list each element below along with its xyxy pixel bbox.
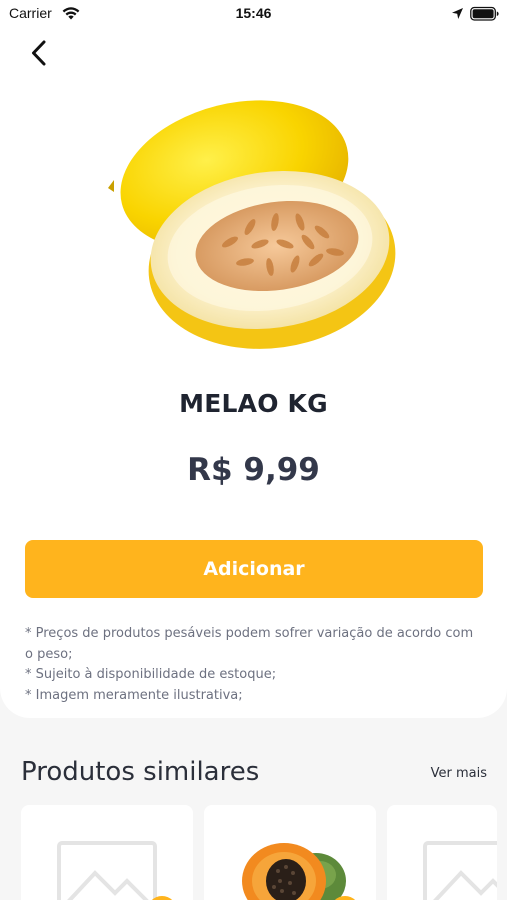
location-arrow-icon (452, 8, 463, 19)
disclaimer-line: * Imagem meramente ilustrativa; (25, 687, 243, 703)
similar-products-title: Produtos similares (21, 757, 260, 787)
clock: 15:46 (235, 5, 272, 21)
similar-product-card[interactable] (387, 805, 497, 900)
product-card: MELAO KG R$ 9,99 Adicionar * Preços de p… (0, 0, 507, 718)
disclaimer-line: * Sujeito à disponibilidade de estoque; (25, 667, 277, 682)
product-price: R$ 9,99 (187, 452, 320, 488)
add-to-cart-button[interactable]: Adicionar (25, 540, 483, 598)
placeholder-image-icon (57, 841, 157, 900)
status-bar: Carrier 15:46 (0, 0, 507, 30)
back-button[interactable] (22, 36, 56, 70)
chevron-left-icon (32, 40, 46, 66)
battery-icon (470, 6, 499, 21)
similar-product-card[interactable] (21, 805, 193, 900)
see-more-link[interactable]: Ver mais (431, 766, 487, 781)
similar-product-card[interactable] (204, 805, 376, 900)
papaya-image (242, 843, 346, 900)
product-name: MELAO KG (179, 389, 328, 418)
placeholder-image-icon (423, 841, 497, 900)
melon-image (108, 100, 396, 349)
disclaimer: * Preços de produtos pesáveis podem sofr… (25, 624, 485, 706)
disclaimer-line: * Preços de produtos pesáveis podem sofr… (25, 626, 474, 662)
